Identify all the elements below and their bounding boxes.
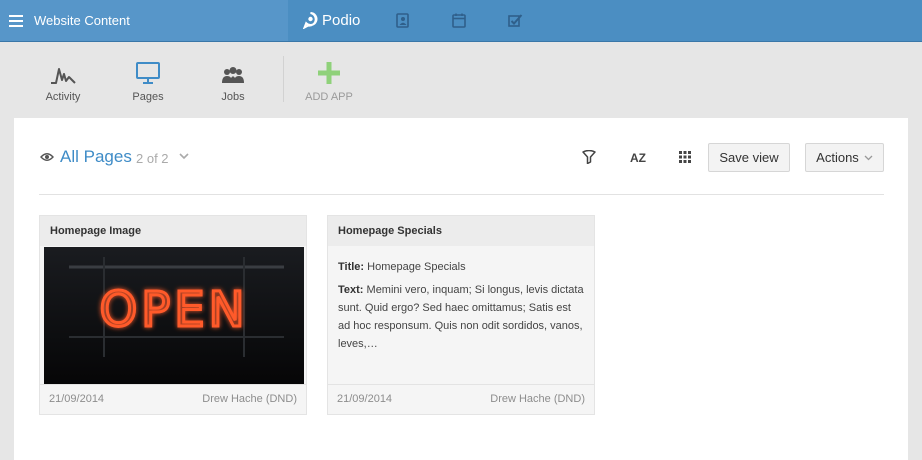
app-pages[interactable]: Pages (118, 58, 178, 103)
app-label: ADD APP (305, 91, 353, 103)
workspace-switcher[interactable]: Website Content (0, 0, 288, 41)
contacts-icon[interactable] (396, 13, 410, 28)
plus-icon (318, 62, 340, 84)
activity-icon (51, 68, 76, 84)
grid-view-icon[interactable] (679, 151, 691, 163)
field-value: Memini vero, inquam; Si longus, levis di… (338, 284, 584, 350)
top-bar: Website Content Podio (0, 0, 922, 42)
save-view-button[interactable]: Save view (708, 143, 790, 172)
neon-sign-text: OPEN (100, 282, 249, 338)
view-title[interactable]: All Pages (60, 147, 132, 167)
podio-logo[interactable]: Podio (303, 0, 360, 41)
item-card[interactable]: Homepage Specials Title: Homepage Specia… (327, 215, 595, 415)
card-footer: 21/09/2014 Drew Hache (DND) (328, 384, 594, 414)
brand-name: Podio (322, 12, 361, 29)
neon-open-sign-image: OPEN (44, 247, 304, 384)
app-label: Activity (45, 91, 81, 103)
app-bar: Activity Pages Jobs ADD APP (0, 42, 922, 118)
card-footer: 21/09/2014 Drew Hache (DND) (40, 384, 306, 414)
card-author[interactable]: Drew Hache (DND) (490, 393, 585, 414)
field-label: Title: (338, 261, 365, 273)
card-date: 21/09/2014 (49, 393, 105, 405)
add-app-button[interactable]: ADD APP (299, 58, 359, 103)
calendar-icon[interactable] (452, 13, 466, 28)
chevron-down-icon[interactable] (179, 153, 189, 160)
chevron-down-icon (864, 155, 873, 160)
field-value: Homepage Specials (367, 261, 466, 273)
app-label: Pages (132, 91, 164, 103)
item-card[interactable]: Homepage Image OPEN 21/09/2014 Drew Hach… (39, 215, 307, 415)
field-label: Text: (338, 284, 364, 296)
people-icon (222, 67, 244, 83)
workspace-title: Website Content (34, 13, 130, 28)
view-header: All Pages 2 of 2 AZ Save view Actions (39, 118, 884, 195)
app-jobs[interactable]: Jobs (203, 58, 263, 103)
card-title: Homepage Specials (328, 216, 594, 246)
card-author[interactable]: Drew Hache (DND) (202, 393, 297, 414)
menu-icon[interactable] (9, 14, 23, 27)
podio-logo-icon (303, 12, 318, 29)
app-label: Jobs (221, 91, 245, 103)
actions-button[interactable]: Actions (805, 143, 884, 172)
sort-az-button[interactable]: AZ (630, 151, 646, 165)
app-divider (283, 56, 284, 102)
card-body: Title: Homepage Specials Text: Memini ve… (328, 246, 594, 353)
monitor-icon (136, 62, 160, 84)
card-date: 21/09/2014 (337, 393, 393, 405)
filter-icon[interactable] (582, 150, 596, 164)
tasks-icon[interactable] (508, 13, 523, 28)
app-activity[interactable]: Activity (33, 58, 93, 103)
card-title: Homepage Image (40, 216, 306, 246)
view-count[interactable]: 2 of 2 (136, 151, 169, 166)
main-panel: All Pages 2 of 2 AZ Save view Actions Ho… (14, 118, 908, 460)
card-image[interactable]: OPEN (44, 247, 304, 384)
eye-icon (40, 153, 54, 161)
actions-label: Actions (816, 150, 859, 165)
